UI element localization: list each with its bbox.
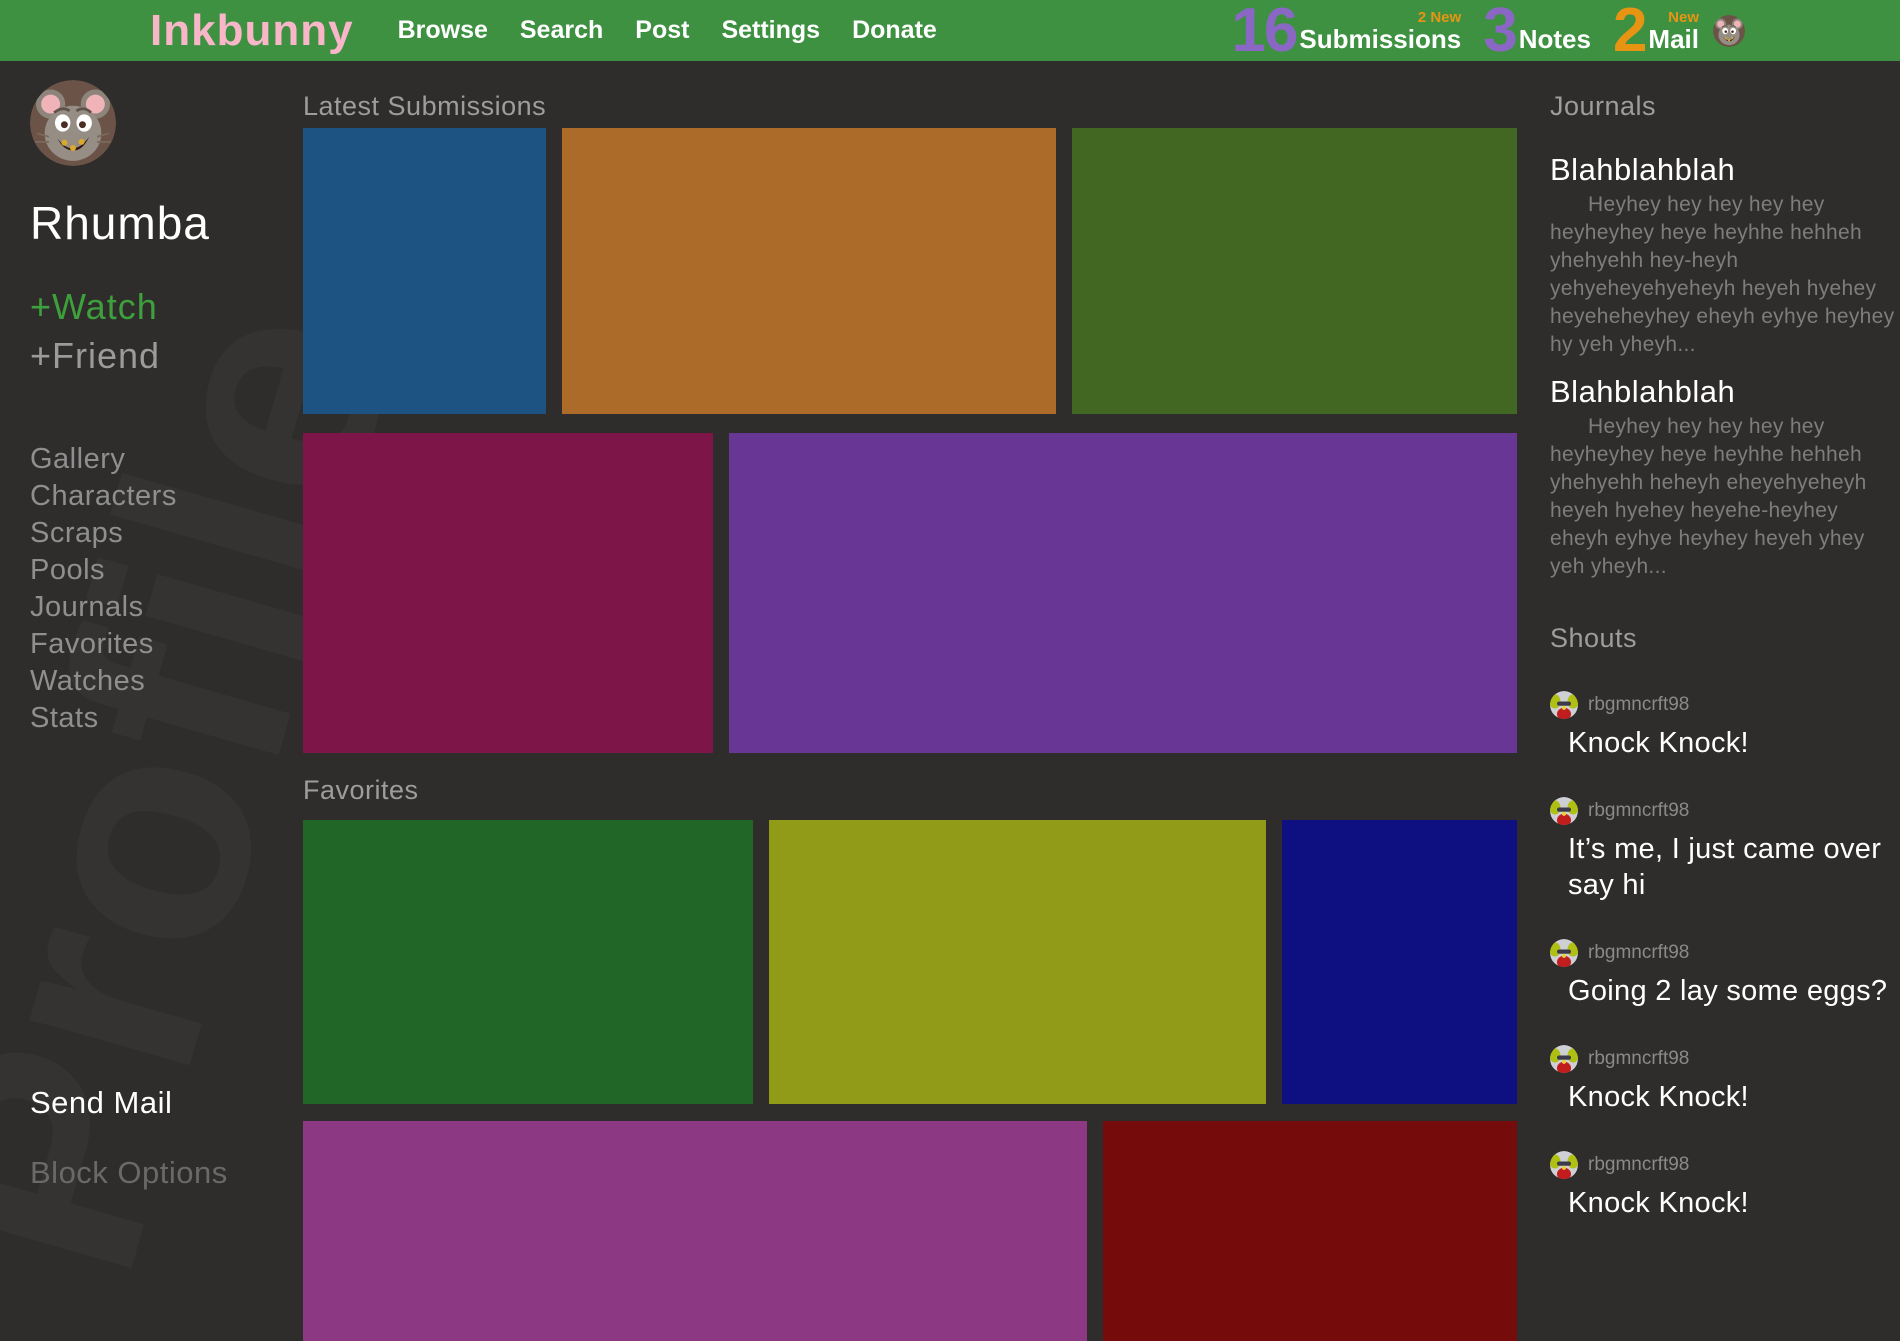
shout-message: Knock Knock! <box>1568 1081 1749 1113</box>
journal-entry-body: Heyhey hey hey hey hey heyheyhey heye he… <box>1550 193 1895 356</box>
sidebar-item-favorites[interactable]: Favorites <box>30 626 300 663</box>
submission-thumbnail[interactable] <box>562 128 1056 414</box>
journal-entry: Blahblahblah Heyhey hey hey hey hey heyh… <box>1550 373 1895 581</box>
submission-thumbnail[interactable] <box>303 433 713 753</box>
block-options-link[interactable]: Block Options <box>30 1155 228 1191</box>
favorite-thumbnail[interactable] <box>1103 1121 1517 1341</box>
sidebar-item-stats[interactable]: Stats <box>30 700 300 737</box>
shout-entry: rbgmncrft98 Going 2 lay some eggs? <box>1550 939 1895 1009</box>
latest-submissions-title: Latest Submissions <box>303 91 547 121</box>
mail-count: 2 <box>1612 0 1648 65</box>
shout-avatar-icon <box>1550 1151 1578 1179</box>
favorites-row-1 <box>303 820 1517 1104</box>
submissions-counter[interactable]: 16 2 New Submissions <box>1231 0 1461 61</box>
favorite-thumbnail[interactable] <box>1282 820 1517 1104</box>
shout-username[interactable]: rbgmncrft98 <box>1588 694 1689 716</box>
shout-message: Knock Knock! <box>1568 1187 1749 1219</box>
menu-item-settings[interactable]: Settings <box>721 16 820 45</box>
profile-username: Rhumba <box>30 197 210 249</box>
shout-username[interactable]: rbgmncrft98 <box>1588 800 1689 822</box>
profile-sidebar: Rhumba +Watch +Friend Gallery Characters… <box>0 61 300 737</box>
main-menu: Browse Search Post Settings Donate <box>398 16 937 45</box>
latest-submissions-row-2 <box>303 433 1517 753</box>
menu-item-post[interactable]: Post <box>635 16 689 45</box>
favorite-thumbnail[interactable] <box>303 1121 1087 1341</box>
shout-message: Knock Knock! <box>1568 727 1749 759</box>
shout-entry: rbgmncrft98 Knock Knock! <box>1550 1151 1895 1221</box>
submission-thumbnail[interactable] <box>1072 128 1517 414</box>
friend-button[interactable]: +Friend <box>30 335 300 377</box>
navbar-user-avatar-icon[interactable] <box>1713 14 1745 47</box>
shout-avatar-icon <box>1550 797 1578 825</box>
submissions-count: 16 <box>1231 0 1298 65</box>
favorites-row-2 <box>303 1121 1517 1341</box>
shout-username[interactable]: rbgmncrft98 <box>1588 942 1689 964</box>
submission-thumbnail[interactable] <box>729 433 1517 753</box>
menu-item-browse[interactable]: Browse <box>398 16 488 45</box>
shouts-title: Shouts <box>1550 623 1638 653</box>
journal-entry: Blahblahblah Heyhey hey hey hey hey heyh… <box>1550 151 1895 359</box>
watch-button[interactable]: +Watch <box>30 286 300 328</box>
navbar-counters: 16 2 New Submissions 3 Notes 2 New Mail <box>1209 0 1900 61</box>
inkbunny-logo[interactable]: Inkbunny <box>150 0 354 61</box>
mail-counter[interactable]: 2 New Mail <box>1613 0 1699 61</box>
notes-count: 3 <box>1483 0 1518 65</box>
shout-username[interactable]: rbgmncrft98 <box>1588 1048 1689 1070</box>
journal-entry-body: Heyhey hey hey hey hey heyheyhey heye he… <box>1550 415 1867 578</box>
shout-message: It’s me, I just came over say hi <box>1568 833 1882 901</box>
submissions-new-badge: 2 New <box>1417 8 1462 26</box>
sidebar-item-characters[interactable]: Characters <box>30 478 300 515</box>
shout-avatar-icon <box>1550 691 1578 719</box>
top-navbar: Inkbunny Browse Search Post Settings Don… <box>0 0 1900 61</box>
shout-username[interactable]: rbgmncrft98 <box>1588 1154 1689 1176</box>
shout-entry: rbgmncrft98 Knock Knock! <box>1550 691 1895 761</box>
menu-item-search[interactable]: Search <box>520 16 603 45</box>
profile-avatar-icon <box>30 80 116 166</box>
favorite-thumbnail[interactable] <box>769 820 1266 1104</box>
submissions-label: Submissions <box>1299 23 1462 54</box>
journal-entry-title[interactable]: Blahblahblah <box>1550 151 1895 189</box>
submission-thumbnail[interactable] <box>303 128 546 414</box>
favorite-thumbnail[interactable] <box>303 820 753 1104</box>
mail-new-badge: New <box>1668 8 1699 26</box>
shout-entry: rbgmncrft98 Knock Knock! <box>1550 1045 1895 1115</box>
journals-title: Journals <box>1550 91 1657 121</box>
right-sidebar: Journals Blahblahblah Heyhey hey hey hey… <box>1550 61 1895 1221</box>
notes-label: Notes <box>1518 23 1591 54</box>
sidebar-item-scraps[interactable]: Scraps <box>30 515 300 552</box>
favorites-title: Favorites <box>303 775 419 805</box>
journal-entry-title[interactable]: Blahblahblah <box>1550 373 1895 411</box>
shout-avatar-icon <box>1550 1045 1578 1073</box>
main-content: Latest Submissions Favorites <box>303 61 1517 1341</box>
mail-label: Mail <box>1648 23 1699 54</box>
profile-nav: Gallery Characters Scraps Pools Journals… <box>30 441 300 737</box>
latest-submissions-row-1 <box>303 128 1517 414</box>
shout-avatar-icon <box>1550 939 1578 967</box>
menu-item-donate[interactable]: Donate <box>852 16 937 45</box>
sidebar-item-pools[interactable]: Pools <box>30 552 300 589</box>
send-mail-link[interactable]: Send Mail <box>30 1085 172 1121</box>
sidebar-item-watches[interactable]: Watches <box>30 663 300 700</box>
sidebar-item-journals[interactable]: Journals <box>30 589 300 626</box>
notes-counter[interactable]: 3 Notes <box>1483 0 1591 61</box>
sidebar-item-gallery[interactable]: Gallery <box>30 441 300 478</box>
shout-entry: rbgmncrft98 It’s me, I just came over sa… <box>1550 797 1895 903</box>
shout-message: Going 2 lay some eggs? <box>1568 975 1888 1007</box>
